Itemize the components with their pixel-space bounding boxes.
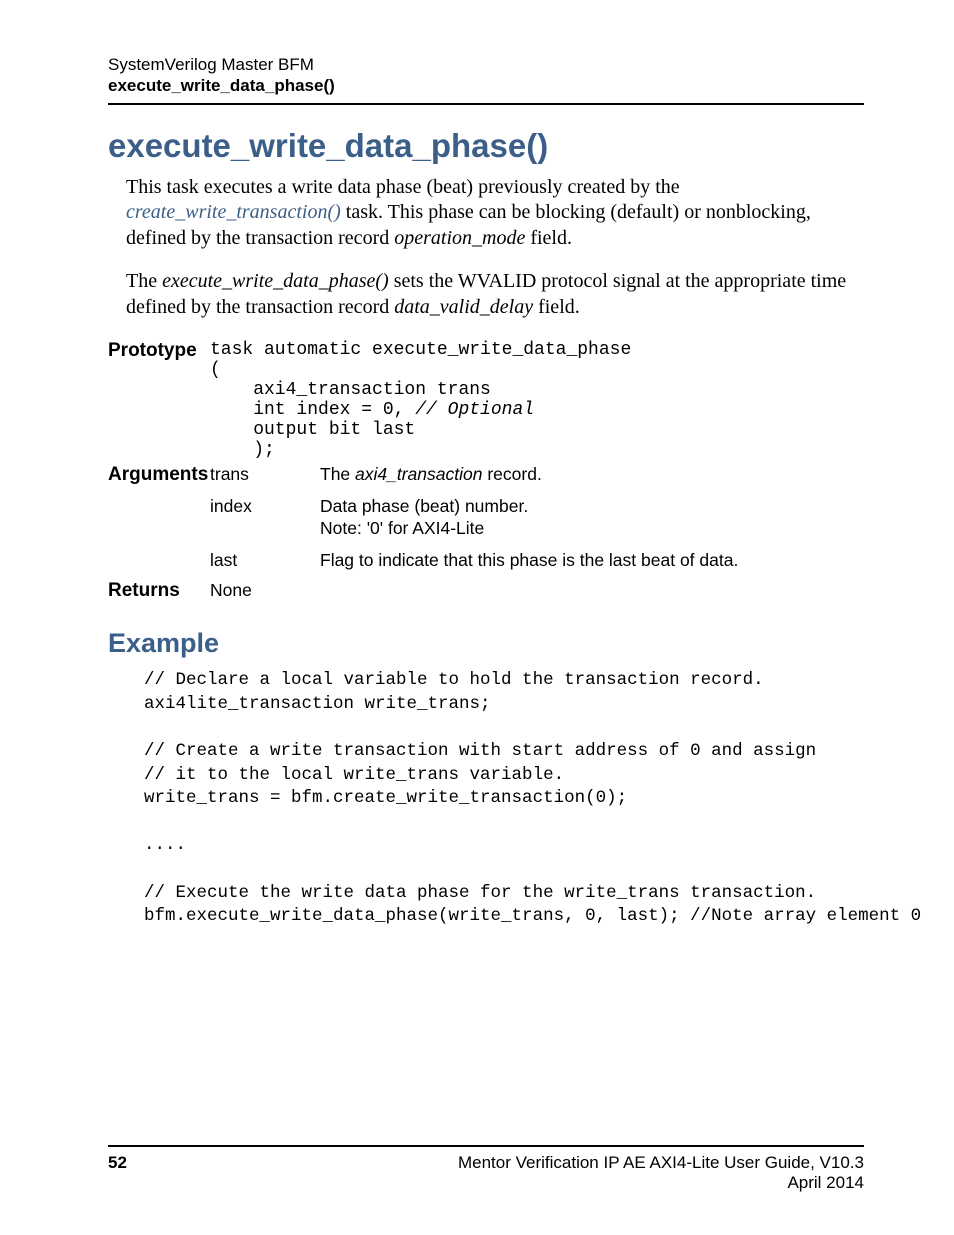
page-title: execute_write_data_phase() (108, 127, 864, 165)
arg-last-desc: Flag to indicate that this phase is the … (320, 542, 864, 574)
intro-paragraph-2: The execute_write_data_phase() sets the … (126, 269, 864, 320)
footer-guide: Mentor Verification IP AE AXI4-Lite User… (458, 1153, 864, 1173)
arg-index-name: index (210, 488, 320, 542)
intro-paragraph-1: This task executes a write data phase (b… (126, 175, 864, 252)
returns-label: Returns (108, 574, 210, 604)
returns-value: None (210, 574, 864, 604)
footer-right: Mentor Verification IP AE AXI4-Lite User… (458, 1153, 864, 1193)
footer-date: April 2014 (458, 1173, 864, 1193)
prototype-code: task automatic execute_write_data_phase … (210, 338, 864, 462)
header-rule (108, 103, 864, 105)
prototype-label: Prototype (108, 338, 210, 462)
arg-trans-desc: The axi4_transaction record. (320, 462, 864, 488)
create-write-transaction-link[interactable]: create_write_transaction() (126, 201, 341, 223)
example-code: // Declare a local variable to hold the … (144, 669, 864, 929)
page-footer: 52 Mentor Verification IP AE AXI4-Lite U… (108, 1145, 864, 1193)
header-line2: execute_write_data_phase() (108, 75, 864, 96)
arguments-label: Arguments (108, 462, 210, 488)
arg-index-desc: Data phase (beat) number. Note: '0' for … (320, 488, 864, 542)
example-heading: Example (108, 628, 864, 659)
arg-last-name: last (210, 542, 320, 574)
footer-rule (108, 1145, 864, 1147)
body-text: This task executes a write data phase (b… (126, 175, 864, 321)
page-number: 52 (108, 1153, 127, 1193)
prototype-table: Prototype task automatic execute_write_d… (108, 338, 864, 604)
page: SystemVerilog Master BFM execute_write_d… (0, 0, 954, 1235)
header-line1: SystemVerilog Master BFM (108, 54, 864, 75)
arg-trans-name: trans (210, 462, 320, 488)
footer-row: 52 Mentor Verification IP AE AXI4-Lite U… (108, 1153, 864, 1193)
running-header: SystemVerilog Master BFM execute_write_d… (108, 54, 864, 97)
